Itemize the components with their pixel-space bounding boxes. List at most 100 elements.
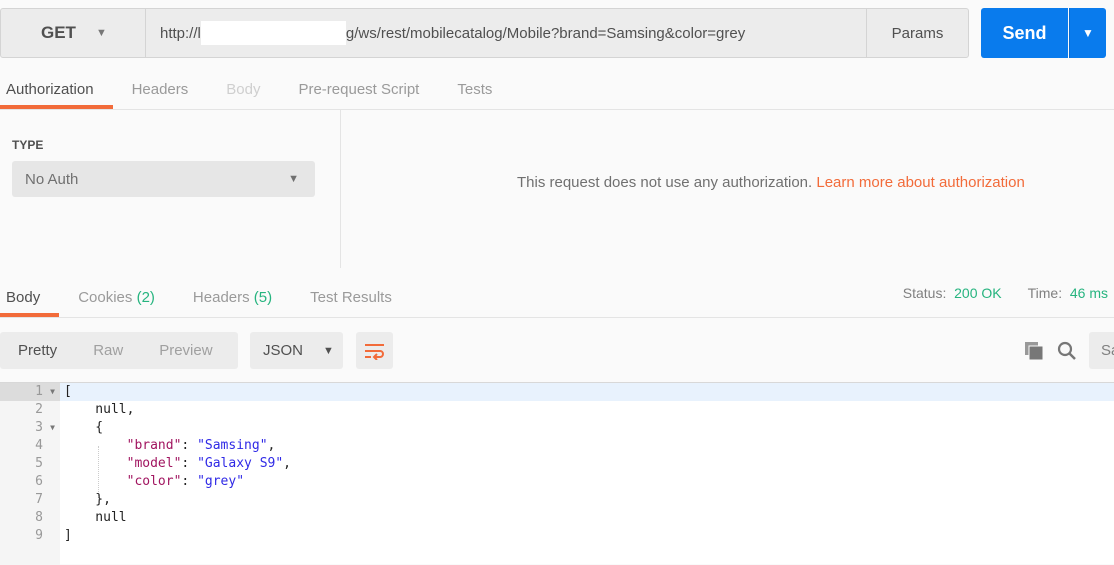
chevron-down-icon: ▼	[323, 344, 334, 357]
tab-test-results[interactable]: Test Results	[291, 278, 411, 317]
code-line: ]	[64, 527, 72, 545]
chevron-down-icon: ▼	[288, 173, 299, 185]
auth-type-value: No Auth	[25, 170, 79, 188]
method-select[interactable]: GET ▼	[0, 8, 146, 58]
chevron-down-icon: ▼	[1082, 26, 1094, 40]
tab-label: Body	[6, 289, 41, 306]
request-tabs: Authorization Headers Body Pre-request S…	[0, 70, 1114, 110]
auth-message-text: This request does not use any authorizat…	[517, 174, 813, 191]
response-body-editor[interactable]: 1 ▼[2 null, 3 ▼ {4 "brand": "Samsing", 5 "mo…	[0, 382, 1114, 565]
status-value: 200 OK	[954, 285, 1002, 301]
json-punct: :	[181, 474, 198, 489]
json-key: "color"	[126, 474, 182, 489]
json-punct: },	[64, 492, 111, 507]
copy-icon[interactable]	[1024, 341, 1044, 365]
line-number-text: 6	[35, 474, 43, 489]
code-line: [	[64, 383, 72, 401]
line-number-text: 3	[35, 420, 43, 435]
response-status: Status: 200 OK Time: 46 ms	[903, 285, 1108, 301]
format-value: JSON	[263, 342, 304, 359]
auth-type-select[interactable]: No Auth ▼	[12, 161, 315, 197]
line-number: 7	[0, 491, 60, 509]
tab-label: Headers	[192, 289, 250, 306]
code-line: },	[64, 491, 111, 509]
view-mode-toggle: Pretty Raw Preview	[0, 332, 238, 369]
line-number: 5	[0, 455, 60, 473]
json-punct: ,	[283, 456, 291, 471]
code-line: "brand": "Samsing",	[64, 437, 276, 455]
json-key: "brand"	[126, 438, 182, 453]
json-punct: null,	[64, 402, 135, 417]
json-punct	[64, 474, 127, 489]
save-response-button[interactable]: Sa	[1089, 332, 1114, 369]
json-punct	[64, 456, 127, 471]
code-line: null,	[64, 401, 134, 419]
cookies-count: (2)	[136, 289, 155, 306]
tab-authorization[interactable]: Authorization	[0, 70, 113, 109]
headers-count: (5)	[253, 289, 273, 306]
json-string: "Galaxy S9"	[197, 456, 284, 471]
line-number: 6	[0, 473, 60, 491]
auth-type-label: TYPE	[12, 138, 44, 152]
line-number: 9	[0, 527, 60, 545]
wrap-icon	[364, 343, 384, 360]
line-number: 2	[0, 401, 60, 419]
view-pretty[interactable]: Pretty	[0, 342, 75, 359]
json-punct: {	[64, 420, 104, 435]
search-icon[interactable]	[1057, 341, 1077, 365]
line-number: 4	[0, 437, 60, 455]
send-options-button[interactable]: ▼	[1069, 8, 1106, 58]
method-value: GET	[41, 23, 76, 42]
view-preview[interactable]: Preview	[141, 342, 230, 359]
code-line: "model": "Galaxy S9",	[64, 455, 291, 473]
tab-tests[interactable]: Tests	[438, 70, 511, 109]
learn-more-link[interactable]: Learn more about authorization	[816, 174, 1024, 191]
tab-response-headers[interactable]: Headers (5)	[174, 278, 291, 317]
active-line-highlight	[0, 383, 1114, 401]
line-number-text: 1	[35, 384, 43, 399]
tab-headers[interactable]: Headers	[113, 70, 208, 109]
time-value: 46 ms	[1069, 285, 1108, 301]
json-punct	[64, 438, 127, 453]
format-select[interactable]: JSON ▼	[250, 332, 343, 369]
code-line: "color": "grey"	[64, 473, 244, 491]
line-number-text: 2	[35, 402, 43, 417]
line-number-text: 5	[35, 456, 43, 471]
params-button[interactable]: Params	[866, 8, 969, 58]
json-key: "model"	[126, 456, 182, 471]
json-punct: ,	[267, 438, 276, 453]
line-number: 3 ▼	[0, 419, 60, 437]
wrap-lines-button[interactable]	[356, 332, 393, 369]
tab-cookies[interactable]: Cookies (2)	[59, 278, 174, 317]
line-number-text: 7	[35, 492, 43, 507]
line-number-text: 9	[35, 528, 43, 543]
tab-pre-request-script[interactable]: Pre-request Script	[279, 70, 438, 109]
json-punct: :	[181, 456, 198, 471]
tab-label: Cookies	[78, 289, 133, 306]
tab-body[interactable]: Body	[207, 70, 279, 109]
url-input[interactable]: http://l g/ws/rest/mobilecatalog/Mobile?b…	[145, 8, 867, 58]
line-number: 8	[0, 509, 60, 527]
time-label: Time:	[1027, 285, 1063, 301]
code-line: null	[64, 509, 127, 527]
code-line: {	[64, 419, 103, 437]
json-punct: [	[64, 384, 72, 399]
line-number-text: 4	[35, 438, 43, 453]
tab-label: Test Results	[310, 289, 392, 306]
json-string: "Samsing"	[197, 438, 268, 453]
line-number: 1 ▼	[0, 383, 60, 401]
fold-arrow-icon[interactable]: ▼	[50, 383, 55, 401]
chevron-down-icon: ▼	[95, 27, 107, 39]
tab-response-body[interactable]: Body	[0, 278, 60, 317]
send-button[interactable]: Send	[981, 8, 1068, 58]
view-raw[interactable]: Raw	[75, 342, 141, 359]
url-prefix: http://l	[160, 24, 201, 42]
json-string: "grey"	[197, 474, 245, 489]
json-punct: ]	[64, 528, 72, 543]
fold-arrow-icon[interactable]: ▼	[50, 419, 55, 437]
redaction-box	[200, 21, 346, 45]
auth-message: This request does not use any authorizat…	[517, 174, 1025, 191]
line-number-text: 8	[35, 510, 43, 525]
json-punct: null	[64, 510, 127, 525]
url-suffix: g/ws/rest/mobilecatalog/Mobile?brand=Sam…	[345, 24, 746, 42]
